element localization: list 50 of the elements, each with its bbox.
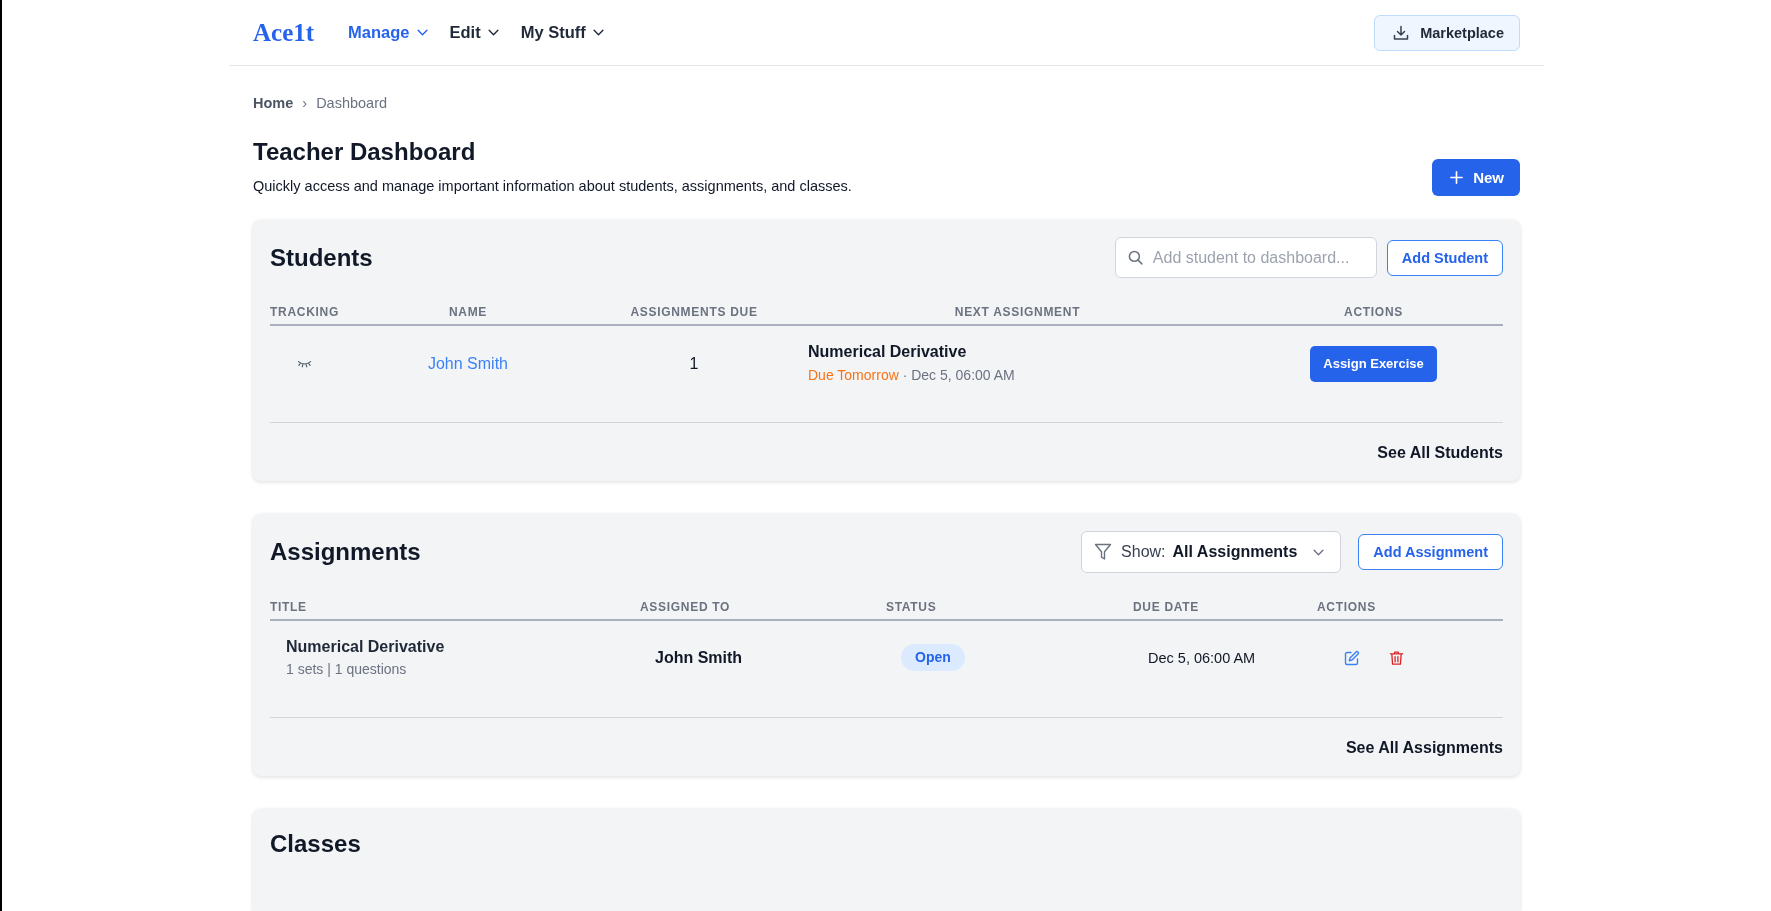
page-title: Teacher Dashboard (253, 137, 477, 167)
trash-icon[interactable] (1389, 649, 1404, 666)
assignment-title: Numerical Derivative (286, 637, 446, 657)
breadcrumb-separator: › (302, 94, 308, 112)
section-heading: Classes (270, 829, 362, 859)
due-date: Dec 5, 06:00 AM (1148, 649, 1256, 666)
breadcrumb-link[interactable]: Home (253, 94, 294, 112)
marketplace-button[interactable]: Marketplace (1374, 14, 1520, 51)
filter-icon (1094, 543, 1113, 561)
logo[interactable]: Ace1t (253, 18, 315, 47)
column-header: NAME (447, 305, 489, 321)
assigned-student: John Smith (655, 648, 743, 666)
column-header: TITLE (270, 600, 308, 616)
see-all-link[interactable]: See All Assignments (1345, 739, 1503, 757)
due-date-text: Due Tomorrow · Dec 5, 06:00 AM (808, 366, 1016, 385)
edit-icon[interactable] (1344, 649, 1360, 666)
nav-menu-button[interactable]: Manage (348, 23, 428, 42)
plus-icon (1450, 171, 1464, 184)
caret-icon (592, 29, 604, 36)
caret-icon (487, 29, 499, 36)
search-icon (1127, 250, 1143, 265)
caret-icon (1313, 548, 1325, 556)
section-heading: Students (270, 242, 374, 273)
page-description: Quickly access and manage important information about students, assignments, and classes. (253, 177, 852, 195)
column-header: ACTIONS (1317, 600, 1377, 616)
eye-closed-icon[interactable] (297, 359, 312, 368)
column-header: ASSIGNED TO (640, 600, 732, 616)
column-header: ASSIGNMENTS DUE (629, 305, 759, 321)
column-header: NEXT ASSIGNMENT (953, 305, 1082, 321)
column-header: ACTIONS (1343, 305, 1404, 321)
column-header: TRACKING (270, 305, 339, 321)
assignment-details: 1 sets | 1 questions (286, 661, 408, 678)
add-assignment-button[interactable]: Add Assignment (1358, 534, 1503, 570)
assign-exercise-button[interactable]: Assign Exercise (1310, 345, 1437, 382)
column-header: DUE DATE (1133, 600, 1201, 616)
assignment-title: Numerical Derivative (808, 342, 968, 362)
assignments-due-count: 1 (689, 354, 699, 373)
see-all-link[interactable]: See All Students (1377, 444, 1503, 462)
breadcrumb-current: Dashboard (316, 94, 388, 112)
download-icon (1393, 24, 1410, 41)
section-heading: Assignments (270, 537, 422, 567)
nav-menu-button[interactable]: Edit (449, 23, 499, 42)
search-field[interactable]: Add student to dashboard... (1114, 237, 1377, 278)
nav-menu-button[interactable]: My Stuff (520, 23, 604, 42)
caret-icon (416, 29, 428, 36)
status-badge: Open (901, 644, 965, 671)
new-button[interactable]: New (1432, 159, 1520, 196)
add-student-button[interactable]: Add Student (1386, 239, 1503, 276)
filter-dropdown[interactable]: Show: All Assignments (1081, 531, 1342, 573)
column-header: STATUS (886, 600, 938, 616)
